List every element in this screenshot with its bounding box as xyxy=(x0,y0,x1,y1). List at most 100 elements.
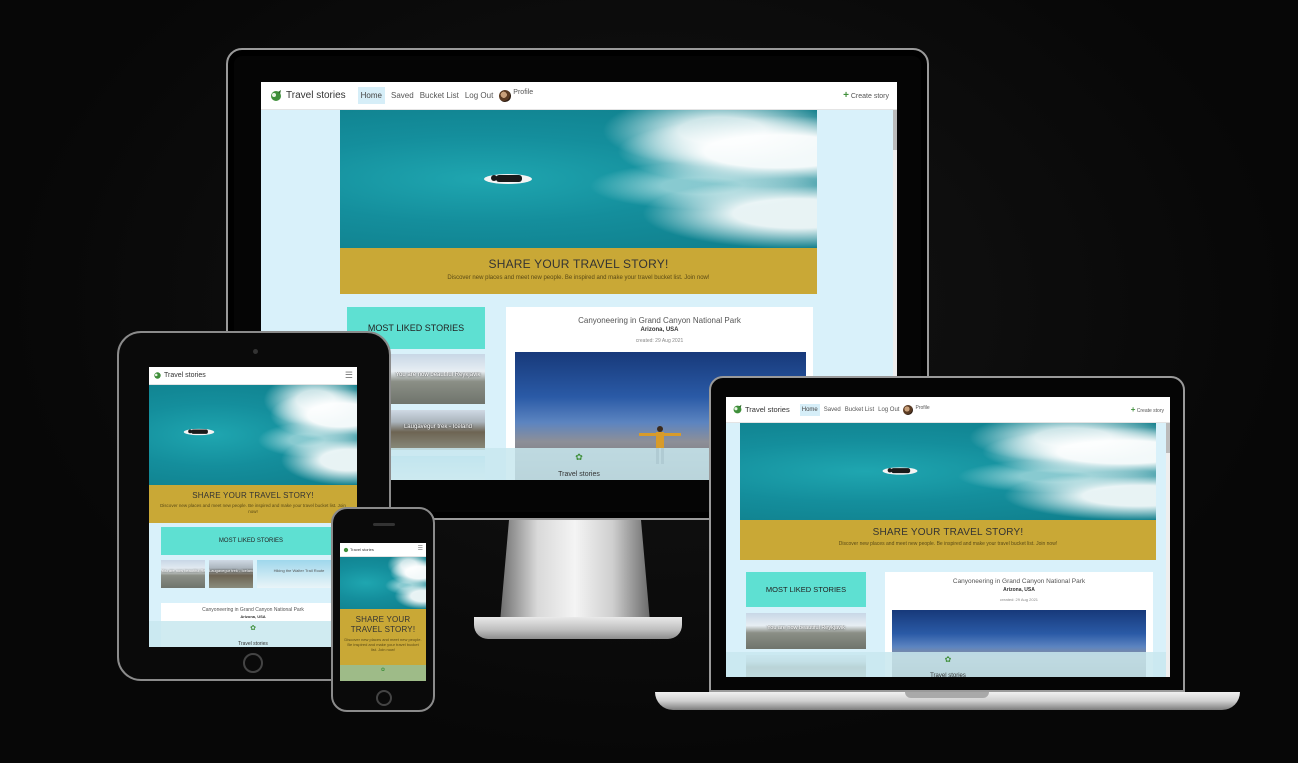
laptop-notch xyxy=(905,692,989,698)
nav-create-story[interactable]: + Create story xyxy=(1131,405,1164,414)
most-liked-title: MOST LIKED STORIES xyxy=(765,585,847,594)
home-button[interactable] xyxy=(243,653,263,673)
most-liked-header: MOST LIKED STORIES xyxy=(746,572,866,607)
story-date: created: 29 Aug 2021 xyxy=(635,338,684,344)
nav-saved[interactable]: Saved xyxy=(824,407,841,413)
avatar[interactable] xyxy=(903,404,914,415)
footer-brand: Travel stories xyxy=(558,471,600,478)
globe-leaf-icon: ✿ xyxy=(250,625,256,632)
globe-leaf-icon xyxy=(269,89,283,103)
story-title: Canyoneering in Grand Canyon National Pa… xyxy=(202,607,304,613)
avatar[interactable] xyxy=(499,89,512,102)
monitor-stand xyxy=(500,520,650,622)
hero-heading: SHARE YOUR TRAVEL STORY! xyxy=(488,257,669,271)
surfer-graphic xyxy=(183,428,215,436)
surfer-graphic xyxy=(882,467,918,475)
nav-home[interactable]: Home xyxy=(799,403,820,416)
brand-link[interactable]: Travel stories xyxy=(269,89,346,103)
plus-icon: + xyxy=(843,90,849,101)
site-footer: ✿ xyxy=(340,665,426,681)
story-location: Arizona, USA xyxy=(640,327,679,333)
laptop-navbar: Travel stories Home Saved Bucket List Lo… xyxy=(726,397,1170,423)
hamburger-icon[interactable]: ☰ xyxy=(345,370,353,381)
speaker xyxy=(373,523,395,526)
globe-leaf-icon: ✿ xyxy=(944,655,952,664)
most-liked-title: MOST LIKED STORIES xyxy=(367,323,465,333)
nav-home[interactable]: Home xyxy=(357,87,385,104)
home-button[interactable] xyxy=(376,690,392,706)
hero-banner: SHARE YOUR TRAVEL STORY! Discover new pl… xyxy=(340,248,817,294)
hero-subtext: Discover new places and meet new people.… xyxy=(160,503,346,514)
hero-image xyxy=(149,385,357,485)
nav-log-out[interactable]: Log Out xyxy=(465,91,493,100)
hero-image xyxy=(740,423,1156,520)
brand-link[interactable]: Travel stories xyxy=(153,371,206,380)
globe-leaf-icon: ✿ xyxy=(380,667,386,673)
most-liked-item[interactable]: You are now beautiful Reykjavik xyxy=(746,613,866,649)
phone-navbar: Travel stories ☰ xyxy=(340,543,426,557)
globe-leaf-icon xyxy=(343,547,349,553)
hero-banner: SHARE YOUR TRAVEL STORY! Discover new pl… xyxy=(149,485,357,523)
hamburger-icon[interactable]: ☰ xyxy=(418,545,423,552)
desktop-navbar: Travel stories Home Saved Bucket List Lo… xyxy=(261,82,897,110)
nav-profile[interactable]: Profile xyxy=(513,89,533,96)
plus-icon: + xyxy=(1130,405,1136,414)
hero-image xyxy=(340,557,426,609)
most-liked-title: MOST LIKED STORIES xyxy=(218,538,284,544)
surfer-graphic xyxy=(484,174,532,184)
most-liked-item-label: You are now beautiful Reykjavik xyxy=(395,372,481,378)
most-liked-item[interactable]: Hiking the Walter Trail Route xyxy=(257,560,341,588)
story-date: created: 29 Aug 2021 xyxy=(999,597,1039,602)
most-liked-item[interactable]: You are now beautiful Reykjavik xyxy=(161,560,205,588)
hero-subtext: Discover new places and meet new people.… xyxy=(447,275,710,281)
nav-bucket-list[interactable]: Bucket List xyxy=(420,91,459,100)
brand-name: Travel stories xyxy=(164,372,206,379)
laptop-site: Travel stories Home Saved Bucket List Lo… xyxy=(726,397,1170,677)
footer-brand: Travel stories xyxy=(930,673,966,677)
brand-name: Travel stories xyxy=(350,547,374,552)
laptop-device: Travel stories Home Saved Bucket List Lo… xyxy=(709,376,1185,692)
story-title: Canyoneering in Grand Canyon National Pa… xyxy=(952,578,1086,585)
tablet-navbar: Travel stories ☰ xyxy=(149,367,357,385)
nav-create-story[interactable]: + Create story xyxy=(843,90,889,101)
most-liked-item-label: Laugavegur trek - Iceland xyxy=(403,424,473,430)
globe-leaf-icon xyxy=(732,404,743,415)
nav-bucket-list[interactable]: Bucket List xyxy=(845,407,874,413)
most-liked-item-label: Hiking the Walter Trail Route xyxy=(273,568,325,573)
phone-site: Travel stories ☰ SHARE YOUR TRAVEL STORY… xyxy=(340,543,426,681)
hero-heading: SHARE YOUR TRAVEL STORY! xyxy=(192,491,314,500)
story-location: Arizona, USA xyxy=(1003,587,1035,593)
hero-subtext: Discover new places and meet new people.… xyxy=(344,637,422,653)
most-liked-item-label: Laugavegur trek - Iceland xyxy=(209,568,253,573)
brand-name: Travel stories xyxy=(745,405,790,414)
phone-device: Travel stories ☰ SHARE YOUR TRAVEL STORY… xyxy=(331,507,435,712)
hero-subtext: Discover new places and meet new people.… xyxy=(838,541,1058,547)
brand-link[interactable]: Travel stories xyxy=(343,547,374,553)
mockup-stage: Travel stories Home Saved Bucket List Lo… xyxy=(0,0,1298,763)
nav-log-out[interactable]: Log Out xyxy=(878,407,899,413)
most-liked-item-label: You are now beautiful Reykjavik xyxy=(161,568,205,573)
most-liked-item[interactable]: Laugavegur trek - Iceland xyxy=(209,560,253,588)
camera xyxy=(253,349,258,354)
tablet-site: Travel stories ☰ SHARE YOUR TRAVEL STORY… xyxy=(149,367,357,647)
laptop-scrollbar[interactable] xyxy=(1166,423,1170,677)
most-liked-item[interactable]: Laugavegur trek - Iceland xyxy=(391,410,485,450)
hero-image xyxy=(340,110,817,248)
most-liked-header: MOST LIKED STORIES xyxy=(161,527,341,555)
footer-brand: Travel stories xyxy=(238,641,268,647)
most-liked-item-label: You are now beautiful Reykjavik xyxy=(767,625,845,631)
hero-heading-line1: SHARE YOUR xyxy=(355,615,411,624)
nav-profile[interactable]: Profile xyxy=(915,405,929,411)
story-location: Arizona, USA xyxy=(240,614,266,619)
nav-saved[interactable]: Saved xyxy=(391,91,414,100)
globe-leaf-icon xyxy=(153,371,162,380)
brand-link[interactable]: Travel stories xyxy=(732,404,790,415)
create-story-label: Create story xyxy=(850,93,889,100)
hero-banner: SHARE YOUR TRAVEL STORY! Discover new pl… xyxy=(740,520,1156,560)
create-story-label: Create story xyxy=(1136,408,1164,414)
most-liked-item[interactable]: You are now beautiful Reykjavik xyxy=(391,354,485,404)
hero-heading-line2: TRAVEL STORY! xyxy=(350,625,416,634)
story-title: Canyoneering in Grand Canyon National Pa… xyxy=(578,316,741,325)
site-footer: ✿ Travel stories xyxy=(726,652,1170,677)
hero-heading: SHARE YOUR TRAVEL STORY! xyxy=(872,527,1024,538)
